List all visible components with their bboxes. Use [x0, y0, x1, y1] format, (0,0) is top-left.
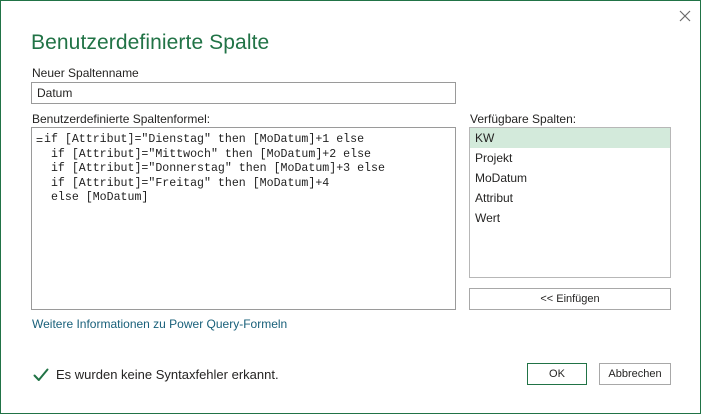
close-icon	[679, 10, 691, 22]
ok-button[interactable]: OK	[527, 363, 587, 385]
custom-column-dialog: Benutzerdefinierte Spalte Neuer Spaltenn…	[0, 0, 701, 414]
formula-equals-sign: =	[36, 133, 44, 147]
column-name-input[interactable]	[31, 82, 456, 104]
cancel-button[interactable]: Abbrechen	[599, 363, 671, 385]
check-icon	[33, 368, 49, 381]
syntax-status-text: Es wurden keine Syntaxfehler erkannt.	[56, 367, 279, 382]
formula-editor[interactable]: = if [Attribut]="Dienstag" then [MoDatum…	[31, 127, 456, 310]
dialog-title: Benutzerdefinierte Spalte	[31, 31, 270, 54]
available-columns-list[interactable]: KW Projekt MoDatum Attribut Wert	[469, 127, 671, 278]
column-item-attribut[interactable]: Attribut	[470, 188, 670, 208]
formula-label: Benutzerdefinierte Spaltenformel:	[32, 112, 211, 126]
available-columns-label: Verfügbare Spalten:	[470, 112, 577, 126]
more-info-link[interactable]: Weitere Informationen zu Power Query-For…	[32, 317, 287, 331]
insert-button[interactable]: << Einfügen	[469, 288, 671, 310]
formula-text[interactable]: if [Attribut]="Dienstag" then [MoDatum]+…	[44, 133, 451, 206]
column-item-wert[interactable]: Wert	[470, 208, 670, 228]
column-item-kw[interactable]: KW	[470, 128, 670, 148]
column-item-projekt[interactable]: Projekt	[470, 148, 670, 168]
close-button[interactable]	[673, 5, 697, 27]
column-item-modatum[interactable]: MoDatum	[470, 168, 670, 188]
column-name-label: Neuer Spaltenname	[32, 66, 139, 80]
syntax-status: Es wurden keine Syntaxfehler erkannt.	[33, 367, 279, 382]
